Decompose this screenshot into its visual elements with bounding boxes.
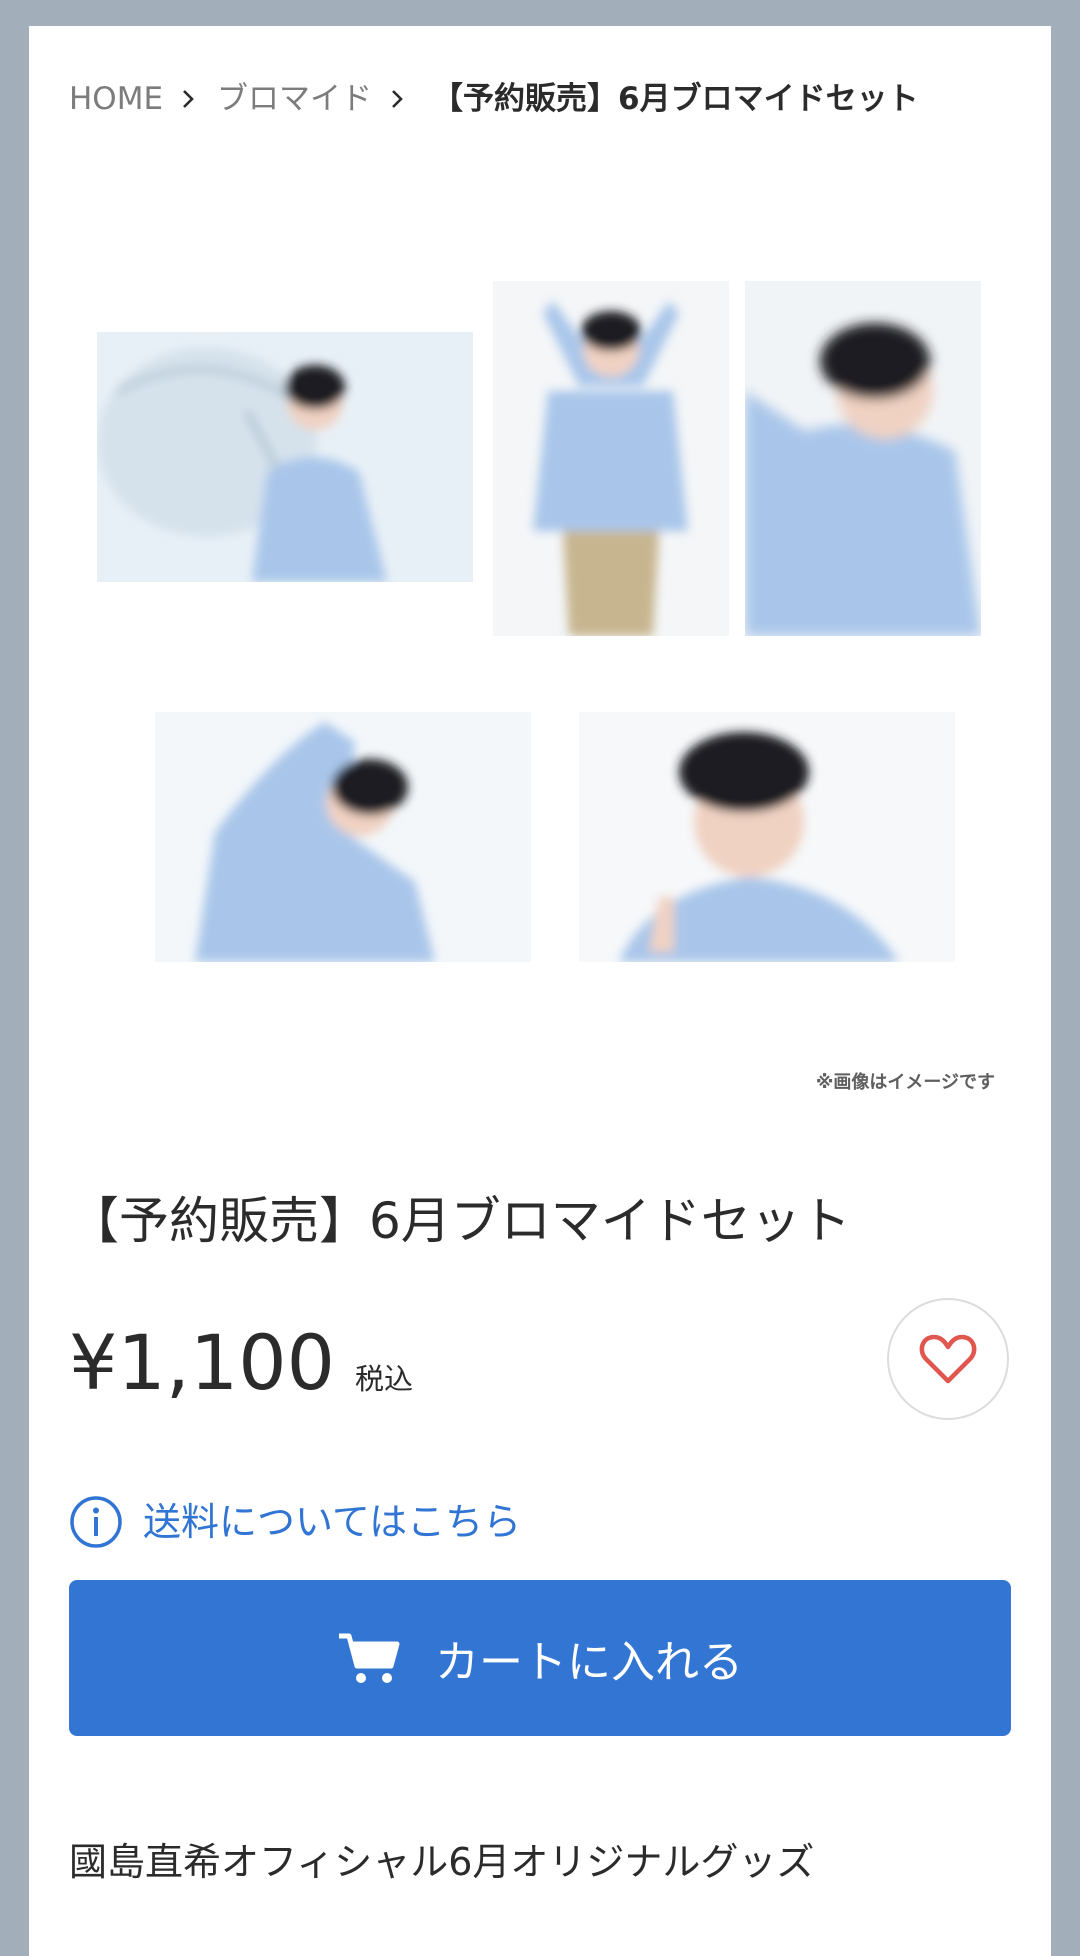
cart-icon	[339, 1633, 400, 1683]
add-to-cart-button[interactable]: カートに入れる	[69, 1580, 1011, 1736]
product-description: 國島直希オフィシャル6月オリジナルグッズ	[69, 1840, 815, 1884]
product-gallery[interactable]	[29, 26, 1051, 1046]
product-card: HOME ブロマイド 【予約販売】6月ブロマイドセット ※画像はイメージです 【…	[29, 26, 1051, 1956]
favorite-button[interactable]	[887, 1298, 1009, 1420]
product-price: ¥1,100	[69, 1318, 335, 1407]
product-title: 【予約販売】6月ブロマイドセット	[69, 1192, 851, 1250]
price-row: ¥1,100 税込	[69, 1318, 413, 1408]
shipping-link-label: 送料についてはこちら	[143, 1500, 522, 1544]
product-photo-4	[155, 712, 531, 962]
add-to-cart-label: カートに入れる	[435, 1637, 743, 1688]
product-photo-5	[579, 712, 955, 962]
shipping-info-link[interactable]: 送料についてはこちら	[69, 1494, 521, 1550]
heart-icon	[919, 1334, 977, 1384]
tax-label: 税込	[354, 1362, 413, 1396]
info-icon	[70, 1496, 122, 1548]
product-photo-1	[97, 332, 473, 582]
product-photo-3	[745, 281, 981, 636]
image-disclaimer: ※画像はイメージです	[815, 1072, 995, 1093]
product-photo-2	[493, 281, 729, 636]
